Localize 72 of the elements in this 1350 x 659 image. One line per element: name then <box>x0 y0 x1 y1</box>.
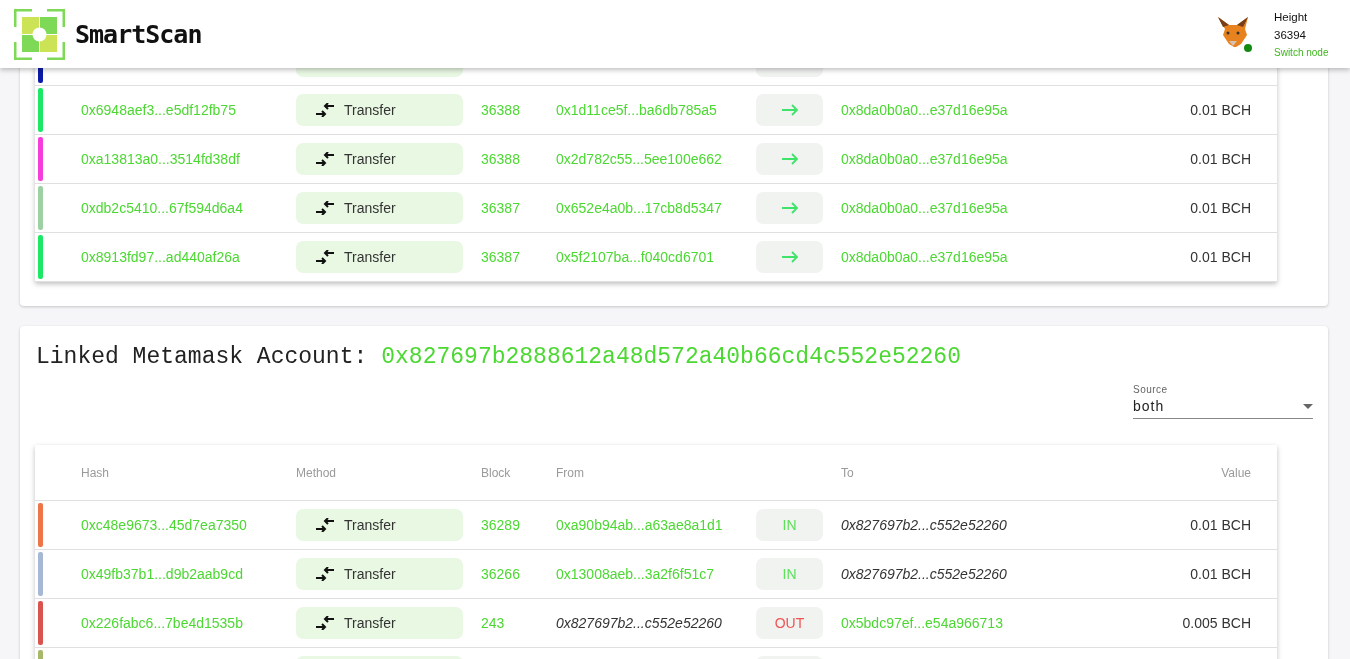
value-cell-text: 0.01 BCH <box>1189 249 1251 265</box>
column-header: Method <box>296 465 338 480</box>
from-address[interactable]: 0xa90b94ab...a63ae8a1d1 <box>556 517 756 533</box>
to-address[interactable]: 0x8da0b0a0...e37d16e95a <box>841 249 1131 265</box>
column-header: To <box>841 465 855 480</box>
method-label: Transfer <box>344 200 396 216</box>
from-address[interactable]: 0x13008aeb...3a2f6f51c7 <box>556 566 756 582</box>
from-address[interactable]: 0x1d11ce5f...ba6db785a5 <box>556 102 756 118</box>
block-link[interactable]: 36388 <box>481 102 556 118</box>
to-address[interactable]: 0x8da0b0a0...e37d16e95a <box>841 102 1131 118</box>
source-select[interactable]: Source both <box>1133 384 1313 419</box>
direction-badge: OUT <box>756 607 823 639</box>
from-address[interactable]: 0x5f2107ba...f040cd6701 <box>556 249 756 265</box>
from-address[interactable]: 0x2d782c55...5ee100e662 <box>556 151 756 167</box>
height-label: Height <box>1274 10 1309 23</box>
block-link[interactable]: 36387 <box>481 200 556 216</box>
hash-link[interactable]: 0x226fabc6...7be4d1535b <box>81 615 296 631</box>
block-link[interactable]: 36266 <box>481 566 556 582</box>
method-label: Transfer <box>344 151 396 167</box>
to-address: 0x827697b2...c552e52260 <box>841 566 1008 582</box>
block-link[interactable]: 36289 <box>481 517 556 533</box>
from-address: 0x827697b2...c552e52260 <box>556 615 723 631</box>
to-address[interactable]: 0x5bdc97ef...e54a966713 <box>841 615 1131 631</box>
to-address[interactable]: 0x8da0b0a0...e37d16e95a <box>841 151 1131 167</box>
value-cell-text: 0.01 BCH <box>1189 151 1251 167</box>
height-value: 36394 <box>1274 28 1307 41</box>
value-cell-text: 0.01 BCH <box>1189 566 1251 582</box>
transfer-icon <box>314 152 336 166</box>
block-link[interactable]: 243 <box>481 615 556 631</box>
arrow-right-icon <box>780 104 799 116</box>
transfer-icon <box>314 103 336 117</box>
hash-link[interactable]: 0x6948aef3...e5df12fb75 <box>81 102 296 118</box>
direction-badge: IN <box>756 509 823 541</box>
column-header: From <box>556 465 585 480</box>
hash-link[interactable]: 0x8913fd97...ad440af26a <box>81 249 296 265</box>
method-label: Transfer <box>344 615 396 631</box>
hash-link[interactable]: 0x49fb37b1...d9b2aab9cd <box>81 566 296 582</box>
hash-link[interactable]: 0xc48e9673...45d7ea7350 <box>81 517 296 533</box>
column-header: Block <box>481 465 512 480</box>
transfer-icon <box>314 250 336 264</box>
method-label: Transfer <box>344 249 396 265</box>
to-address[interactable]: 0x8da0b0a0...e37d16e95a <box>841 200 1131 216</box>
account-address: 0x827697b2888612a48d572a40b66cd4c552e52260 <box>381 344 961 370</box>
column-header: Value <box>1220 465 1251 480</box>
method-label: Transfer <box>344 566 396 582</box>
transfer-icon <box>314 616 336 630</box>
hash-link[interactable]: 0xa13813a0...3514fd38df <box>81 151 296 167</box>
value-cell-text: 0.01 BCH <box>1189 517 1251 533</box>
from-address[interactable]: 0x652e4a0b...17cb8d5347 <box>556 200 756 216</box>
fox-icon <box>1216 16 1250 48</box>
transfer-icon <box>314 567 336 581</box>
value-cell-text: 0.01 BCH <box>1189 200 1251 216</box>
switch-node-link[interactable]: Switch node <box>1274 46 1334 58</box>
block-link[interactable]: 36387 <box>481 249 556 265</box>
brand-name: SmartScan <box>75 19 202 49</box>
value-cell-text: 0.01 BCH <box>1189 102 1251 118</box>
direction-badge: IN <box>756 558 823 590</box>
method-label: Transfer <box>344 102 396 118</box>
to-address: 0x827697b2...c552e52260 <box>841 517 1008 533</box>
column-header: Hash <box>81 465 110 480</box>
block-link[interactable]: 36388 <box>481 151 556 167</box>
account-title: Linked Metamask Account: <box>36 344 368 370</box>
arrow-right-icon <box>780 202 799 214</box>
logo-icon <box>14 8 65 60</box>
arrow-right-icon <box>780 251 799 263</box>
arrow-right-icon <box>780 153 799 165</box>
transfer-icon <box>314 518 336 532</box>
dropdown-caret-icon <box>1303 403 1313 409</box>
hash-link[interactable]: 0xdb2c5410...67f594d6a4 <box>81 200 296 216</box>
method-label: Transfer <box>344 517 396 533</box>
transfer-icon <box>314 201 336 215</box>
value-cell-text: 0.005 BCH <box>1181 615 1251 631</box>
